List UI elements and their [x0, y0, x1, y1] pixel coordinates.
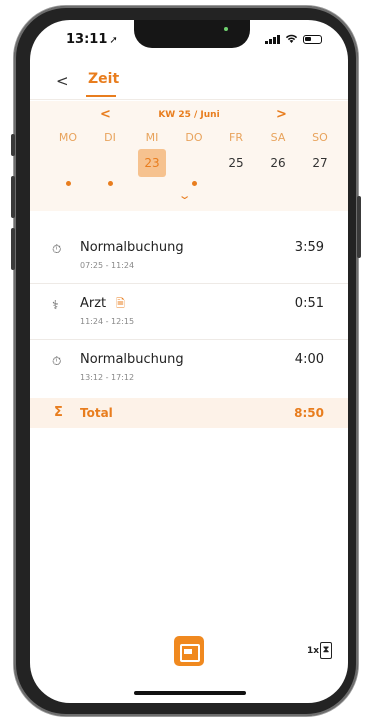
day-name: DI [104, 131, 116, 144]
status-icons [265, 34, 322, 44]
total-value: 8:50 [294, 406, 324, 420]
day-name: MI [145, 131, 159, 144]
week-nav: < KW 25 / Juni > [30, 107, 348, 123]
volume-down-button [11, 228, 15, 270]
time-entries-list: ⏱ Normalbuchung 07:25 - 11:24 3:59 ⚕ Arz… [30, 228, 348, 428]
booking-dot [191, 181, 197, 186]
status-time: 13:11 ➚ [66, 32, 118, 47]
day-name: FR [229, 131, 243, 144]
stethoscope-icon: ⚕ [52, 298, 59, 312]
chevron-down-icon[interactable]: ⌄ [178, 189, 192, 202]
day-name: SO [312, 131, 328, 144]
home-indicator [134, 691, 246, 695]
calendar-button[interactable] [174, 636, 204, 666]
entry-duration: 0:51 [294, 296, 324, 311]
day-number [96, 149, 124, 177]
entry-range: 13:12 - 17:12 [80, 373, 135, 382]
day-number: 25 [228, 156, 244, 170]
day-name: SA [270, 131, 286, 144]
week-label: KW 25 / Juni [158, 110, 220, 120]
entry-duration: 3:59 [294, 240, 324, 255]
mute-switch [11, 134, 15, 156]
status-time-text: 13:11 [66, 32, 108, 47]
list-item[interactable]: ⏱ Normalbuchung 07:25 - 11:24 3:59 [30, 228, 348, 284]
entry-range: 07:25 - 11:24 [80, 261, 135, 270]
document-icon[interactable]: 🗎 [116, 295, 125, 314]
title-underline [86, 95, 116, 97]
day-thu[interactable]: DO [180, 131, 208, 186]
entry-name: Normalbuchung [80, 352, 184, 367]
day-number: 26 [270, 156, 286, 170]
day-sun[interactable]: SO 27 [306, 131, 334, 186]
wifi-icon [285, 34, 298, 43]
signal-icon [265, 34, 280, 44]
hourglass-icon: ⧗ [320, 642, 333, 659]
page-title: Zeit [88, 71, 120, 87]
day-number [180, 149, 208, 177]
entry-name: Normalbuchung [80, 240, 184, 255]
total-row: Σ Total 8:50 [30, 398, 348, 428]
day-wed[interactable]: MI 23 [138, 131, 166, 186]
day-name: MO [58, 131, 78, 144]
sigma-icon: Σ [54, 405, 63, 420]
location-icon: ➚ [109, 35, 118, 46]
app-screen: 13:11 ➚ < Zeit < KW 25 / Juni > MO DI MI… [30, 20, 348, 703]
day-number: 27 [312, 156, 328, 170]
stopwatch-icon: ⏱ [52, 354, 62, 368]
day-strip: MO DI MI 23 DO FR 25 SA 26 SO 27 [54, 131, 334, 186]
week-calendar: < KW 25 / Juni > MO DI MI 23 DO FR 25 SA… [30, 101, 348, 211]
battery-icon [303, 34, 322, 44]
day-sat[interactable]: SA 26 [264, 131, 292, 186]
list-item[interactable]: ⚕ Arzt 🗎 11:24 - 12:15 0:51 [30, 284, 348, 340]
day-name: DO [185, 131, 203, 144]
multiplier-button[interactable]: 1x ⧗ [307, 642, 333, 659]
power-button [357, 196, 361, 258]
back-button[interactable]: < [56, 72, 69, 90]
entry-range: 11:24 - 12:15 [80, 317, 135, 326]
app-header: < Zeit [30, 68, 348, 100]
booking-dot [107, 181, 113, 186]
booking-dot [65, 181, 71, 186]
list-item[interactable]: ⏱ Normalbuchung 13:12 - 17:12 4:00 [30, 340, 348, 396]
volume-up-button [11, 176, 15, 218]
day-number [54, 149, 82, 177]
total-label: Total [80, 406, 113, 420]
day-tue[interactable]: DI [96, 131, 124, 186]
entry-duration: 4:00 [294, 352, 324, 367]
day-mon[interactable]: MO [54, 131, 82, 186]
day-fri[interactable]: FR 25 [222, 131, 250, 186]
next-week-button[interactable]: > [276, 107, 287, 122]
selected-day-number: 23 [138, 149, 166, 177]
multiplier-label: 1x [307, 646, 320, 656]
entry-name: Arzt [80, 296, 107, 311]
status-bar: 13:11 ➚ [30, 30, 348, 52]
stopwatch-icon: ⏱ [52, 242, 62, 256]
